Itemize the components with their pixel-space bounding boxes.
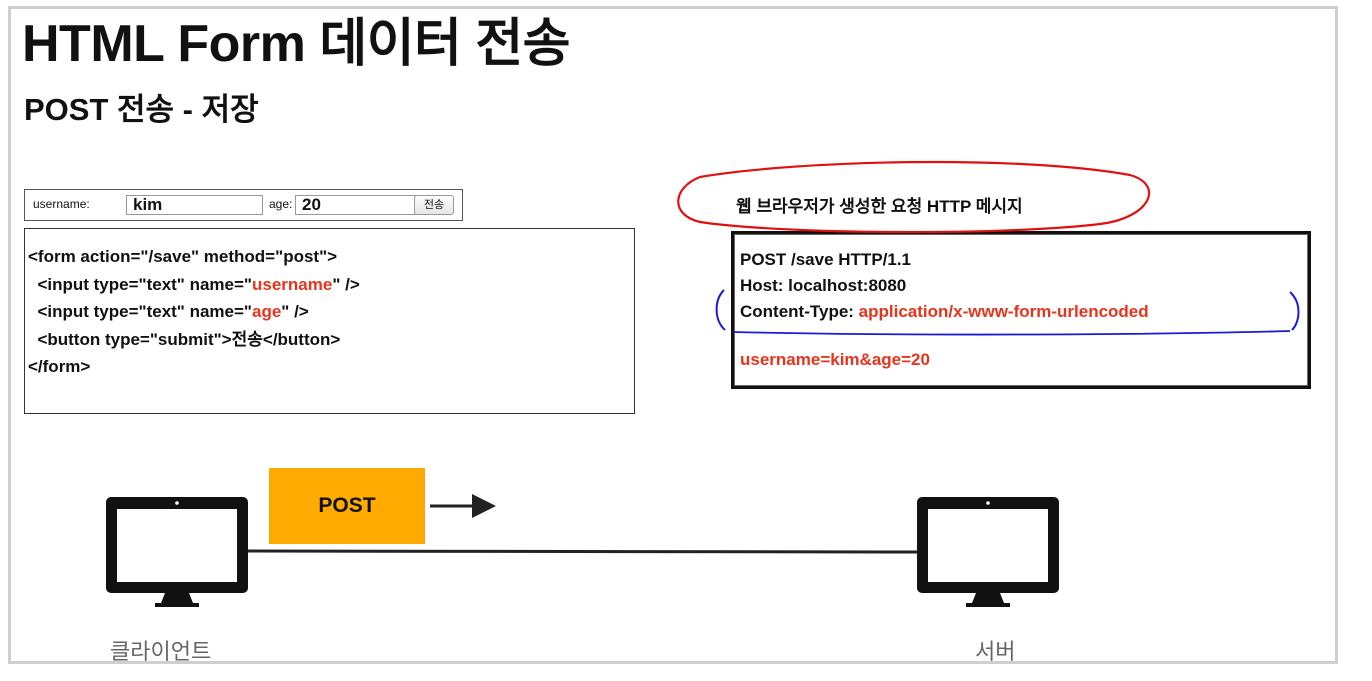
http-message-box: POST /save HTTP/1.1 Host: localhost:8080… <box>731 231 1311 389</box>
slide-title: HTML Form 데이터 전송 <box>22 15 571 73</box>
client-label: 클라이언트 <box>110 639 212 664</box>
submit-button[interactable]: 전송 <box>414 195 454 215</box>
form-preview: username: kim age: 20 전송 <box>24 189 463 221</box>
code-line-form-open: <form action="/save" method="post"> <box>28 247 338 266</box>
code-line-button: <button type="submit">전송</button> <box>28 329 341 349</box>
username-label: username: <box>33 197 90 211</box>
http-request-line: POST /save HTTP/1.1 <box>740 250 912 269</box>
http-host-line: Host: localhost:8080 <box>740 276 907 295</box>
username-input[interactable]: kim <box>126 195 263 215</box>
code-line-username-input: <input type="text" name="username" /> <box>28 274 360 294</box>
slide-subtitle: POST 전송 - 저장 <box>24 92 259 127</box>
post-method-box: POST <box>269 468 425 544</box>
http-caption: 웹 브라우저가 생성한 요청 HTTP 메시지 <box>736 197 1023 216</box>
age-label: age: <box>269 197 293 211</box>
http-body-line: username=kim&age=20 <box>740 350 930 369</box>
http-content-type-line: Content-Type: application/x-www-form-url… <box>740 302 1149 321</box>
html-code-box: <form action="/save" method="post"> <inp… <box>24 228 635 414</box>
server-label: 서버 <box>975 639 1016 664</box>
code-line-age-input: <input type="text" name="age" /> <box>28 302 309 321</box>
code-line-form-close: </form> <box>28 357 91 376</box>
